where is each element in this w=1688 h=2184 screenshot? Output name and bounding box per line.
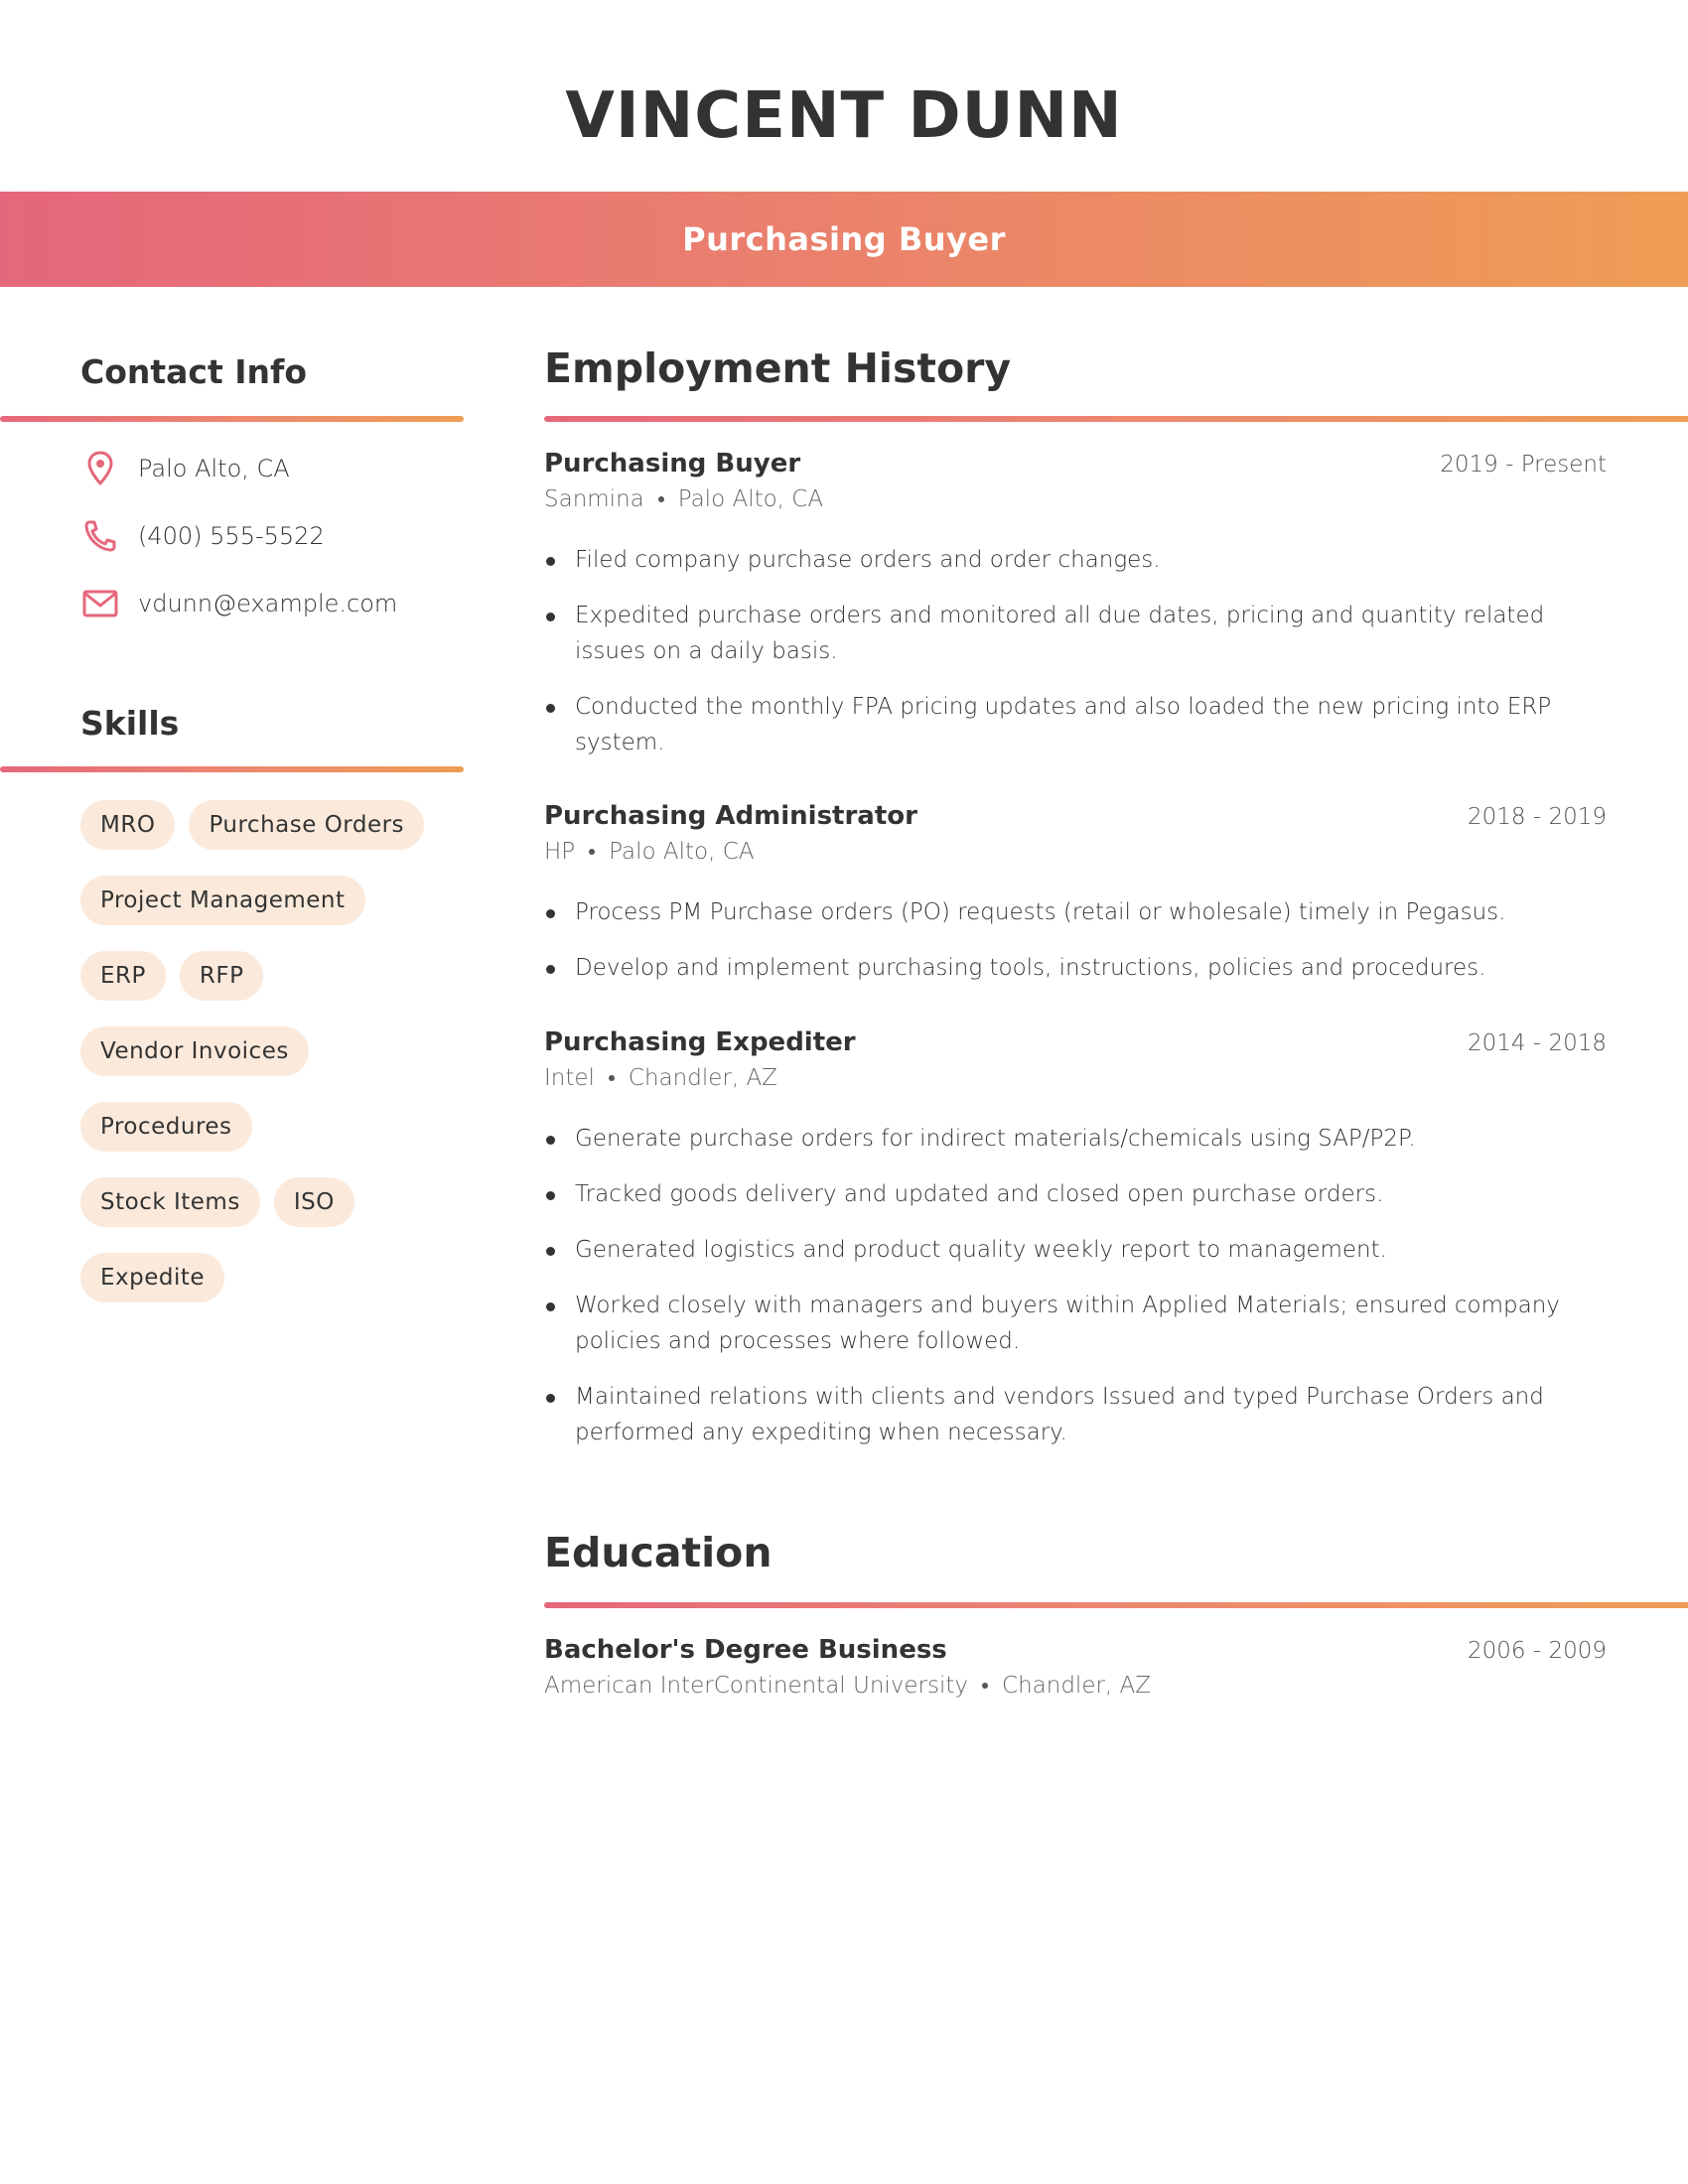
job-bullets: Generate purchase orders for indirect ma… [544,1121,1607,1450]
location-pin-icon [80,449,120,488]
job-company: Intel [544,1065,595,1091]
job-entry: Purchasing Expediter 2014 - 2018 Intel C… [544,1027,1607,1470]
contact-divider [0,416,464,422]
candidate-name: VINCENT DUNN [565,79,1123,153]
employment-history-heading: Employment History [544,344,1012,392]
job-title: Purchasing Expediter [544,1027,856,1057]
separator-dot [657,496,664,502]
school-location: Chandler, AZ [1002,1673,1152,1699]
degree-title: Bachelor's Degree Business [544,1635,947,1665]
skill-chip: Project Management [80,876,365,925]
skills-divider [0,766,464,772]
separator-dot [608,1075,615,1081]
phone-icon [80,516,120,556]
job-company: HP [544,839,576,865]
education-heading: Education [544,1529,773,1576]
job-title: Purchasing Administrator [544,801,917,831]
contact-email: vdunn@example.com [80,584,397,623]
job-bullet: Filed company purchase orders and order … [544,542,1607,578]
skill-chip: ISO [273,1177,354,1227]
job-dates: 2018 - 2019 [1468,804,1607,830]
job-bullet: Develop and implement purchasing tools, … [544,950,1607,986]
job-location: Palo Alto, CA [677,486,824,512]
job-bullet: Tracked goods delivery and updated and c… [544,1176,1607,1212]
location-text: Palo Alto, CA [138,455,290,482]
email-text: vdunn@example.com [138,590,398,617]
title-banner: Purchasing Buyer [0,192,1688,287]
job-entry: Purchasing Buyer 2019 - Present Sanmina … [544,449,1607,780]
skill-chip: RFP [179,951,264,1001]
job-bullets: Filed company purchase orders and order … [544,542,1607,760]
job-title: Purchasing Buyer [544,449,801,478]
job-bullet: Expedited purchase orders and monitored … [544,598,1607,669]
skill-chip: Procedures [80,1102,252,1152]
job-bullet: Generated logistics and product quality … [544,1232,1607,1268]
job-entry: Purchasing Administrator 2018 - 2019 HP … [544,801,1607,1006]
job-company: Sanmina [544,486,644,512]
skills-list: MRO Purchase Orders Project Management E… [80,800,468,1302]
skill-chip: Purchase Orders [189,800,425,850]
employment-divider [544,416,1688,422]
separator-dot [982,1683,989,1689]
job-bullet: Conducted the monthly FPA pricing update… [544,689,1607,760]
job-location: Palo Alto, CA [609,839,755,865]
contact-info-heading: Contact Info [80,352,308,391]
job-dates: 2014 - 2018 [1468,1030,1607,1056]
job-location: Chandler, AZ [628,1065,777,1091]
job-bullet: Worked closely with managers and buyers … [544,1288,1607,1359]
job-title-banner-text: Purchasing Buyer [682,220,1006,258]
skills-heading: Skills [80,704,180,743]
job-dates: 2019 - Present [1440,452,1607,478]
skill-chip: Stock Items [80,1177,260,1227]
phone-text: (400) 555-5522 [138,522,325,550]
school-name: American InterContinental University [544,1673,969,1699]
job-bullet: Process PM Purchase orders (PO) requests… [544,894,1607,930]
skill-chip: Vendor Invoices [80,1026,309,1076]
job-bullets: Process PM Purchase orders (PO) requests… [544,894,1607,986]
education-divider [544,1602,1688,1608]
separator-dot [589,849,596,855]
job-bullet: Generate purchase orders for indirect ma… [544,1121,1607,1157]
contact-location: Palo Alto, CA [80,449,290,488]
contact-phone: (400) 555-5522 [80,516,325,556]
skill-chip: Expedite [80,1253,225,1302]
skill-chip: ERP [80,951,166,1001]
skill-chip: MRO [80,800,176,850]
education-dates: 2006 - 2009 [1468,1638,1607,1664]
education-entry: Bachelor's Degree Business 2006 - 2009 A… [544,1635,1607,1699]
job-bullet: Maintained relations with clients and ve… [544,1379,1607,1450]
email-icon [80,584,120,623]
